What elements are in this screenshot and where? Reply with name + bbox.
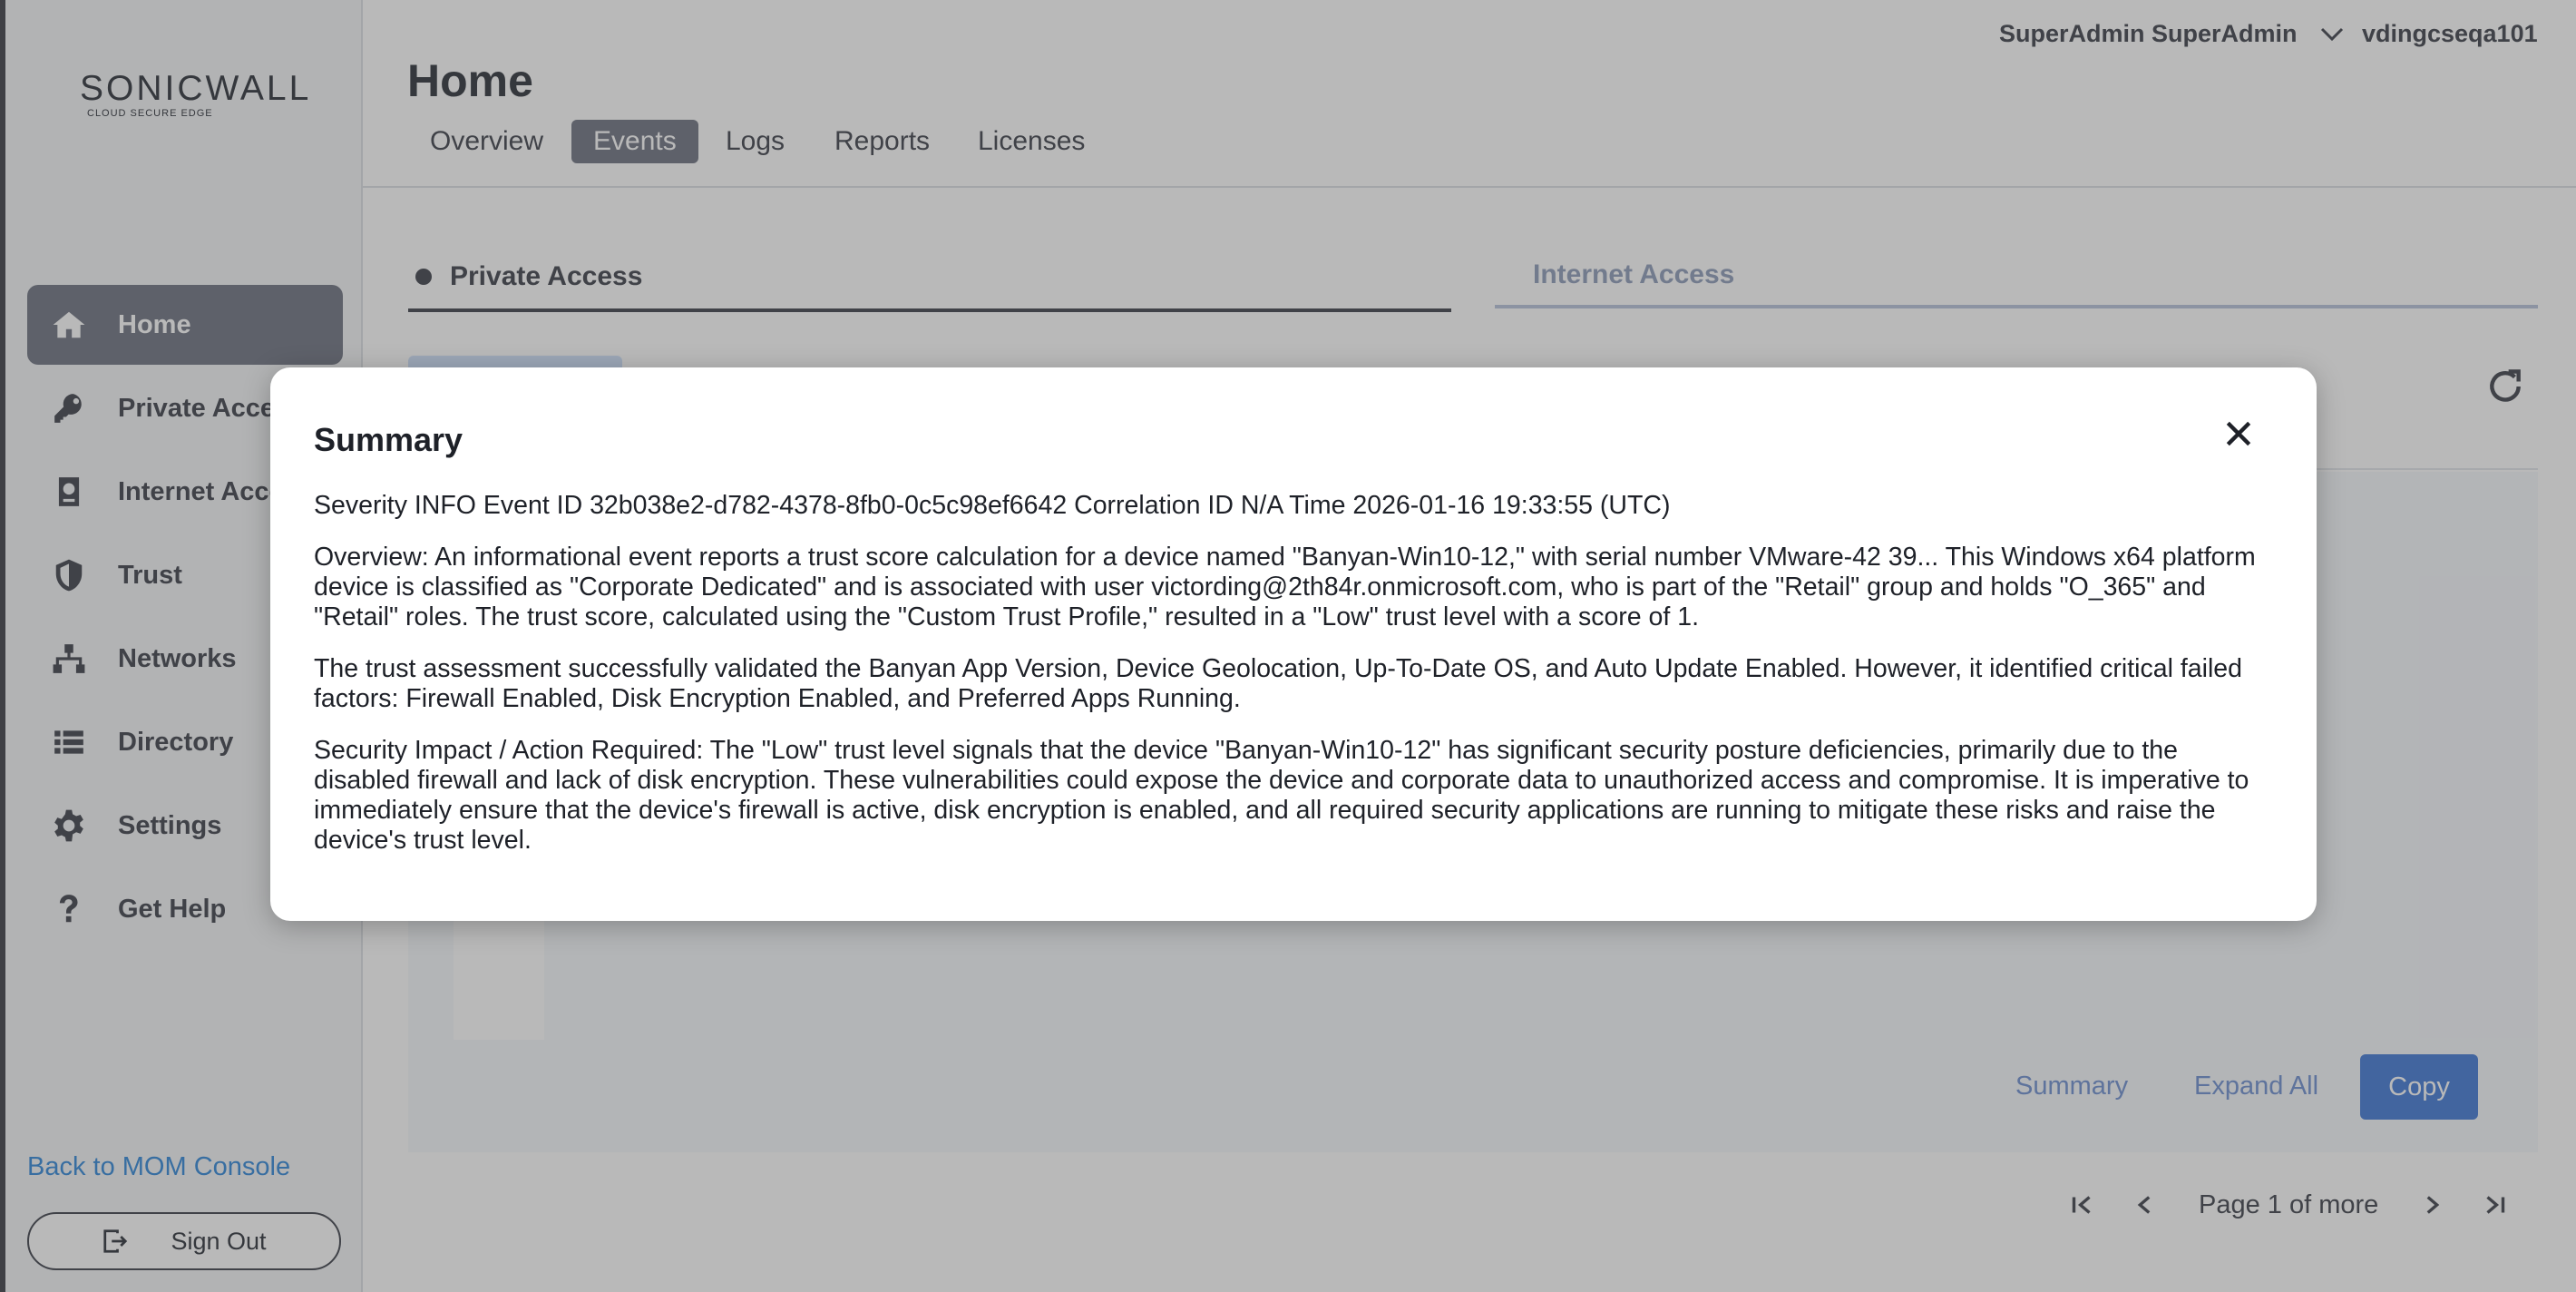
dialog-title: Summary bbox=[314, 421, 463, 458]
summary-dialog: Summary Severity INFO Event ID 32b038e2-… bbox=[270, 367, 2317, 921]
summary-assessment: The trust assessment successfully valida… bbox=[314, 654, 2242, 713]
summary-overview: Overview: An informational event reports… bbox=[314, 543, 2256, 631]
event-meta: Severity INFO Event ID 32b038e2-d782-437… bbox=[314, 491, 1671, 520]
summary-impact: Security Impact / Action Required: The "… bbox=[314, 736, 2249, 855]
close-icon[interactable] bbox=[2220, 416, 2257, 452]
